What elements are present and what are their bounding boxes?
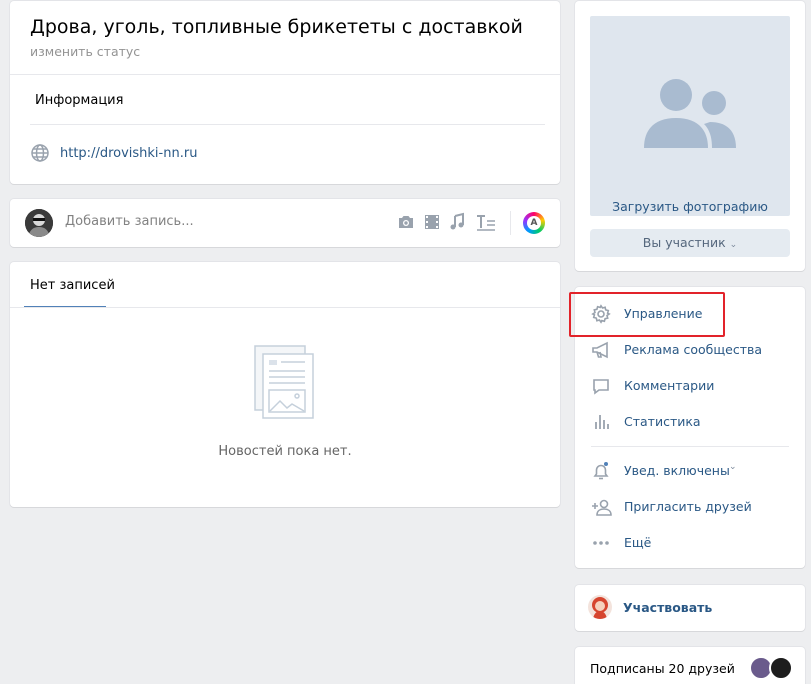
community-header-card: Дрова, уголь, топливные брикететы с дост… — [10, 1, 560, 184]
menu-item-ads[interactable]: Реклама сообщества — [575, 332, 805, 368]
megaphone-icon — [591, 340, 611, 364]
menu-item-comments[interactable]: Комментарии — [575, 368, 805, 404]
upload-photo-link[interactable]: Загрузить фотографию — [590, 199, 790, 214]
menu-item-label: Ещё — [624, 535, 652, 550]
menu-item-notifications[interactable]: Увед. включены ⌄ — [575, 453, 805, 489]
participate-button[interactable]: Участвовать — [623, 600, 712, 615]
info-section-title: Информация — [35, 93, 124, 108]
menu-item-label: Пригласить друзей — [624, 499, 752, 514]
empty-posts-icon — [253, 344, 317, 428]
avatar — [588, 595, 612, 619]
text-style-icon[interactable]: A — [523, 212, 545, 234]
camera-icon[interactable] — [396, 212, 416, 236]
music-icon[interactable] — [448, 212, 466, 236]
friends-subscribed-text[interactable]: Подписаны 20 друзей — [590, 661, 735, 676]
chevron-down-icon: ⌄ — [729, 462, 737, 472]
menu-item-label: Комментарии — [624, 378, 715, 393]
bell-icon — [591, 461, 611, 485]
page-title: Дрова, уголь, топливные брикететы с дост… — [30, 16, 523, 38]
post-input[interactable]: Добавить запись... — [65, 214, 194, 229]
participate-card[interactable]: Участвовать — [575, 585, 805, 631]
member-button[interactable]: Вы участник ⌄ — [590, 229, 790, 257]
stats-icon — [591, 412, 611, 436]
divider — [510, 211, 511, 235]
article-icon[interactable] — [475, 212, 497, 236]
menu-item-invite-friends[interactable]: Пригласить друзей — [575, 489, 805, 525]
community-photo-placeholder[interactable]: Загрузить фотографию — [590, 16, 790, 216]
chevron-down-icon: ⌄ — [729, 240, 738, 250]
website-link[interactable]: http://drovishki-nn.ru — [60, 146, 197, 161]
menu-item-label: Увед. включены — [624, 463, 730, 478]
divider — [30, 124, 545, 125]
video-icon[interactable] — [423, 212, 441, 236]
menu-item-more[interactable]: Ещё — [575, 525, 805, 561]
avatar[interactable] — [25, 209, 53, 237]
more-icon — [591, 533, 611, 557]
globe-icon — [30, 143, 50, 167]
wall-card: Нет записей Новостей пока нет. — [10, 262, 560, 507]
comment-icon — [591, 376, 611, 400]
divider — [591, 446, 789, 447]
edit-status-link[interactable]: изменить статус — [30, 44, 140, 59]
group-icon — [640, 74, 740, 154]
member-button-label: Вы участник — [642, 235, 726, 250]
menu-item-label: Статистика — [624, 414, 701, 429]
menu-item-stats[interactable]: Статистика — [575, 404, 805, 440]
friends-card: Подписаны 20 друзей — [575, 647, 805, 684]
add-user-icon — [591, 497, 613, 521]
community-photo-card: Загрузить фотографию Вы участник ⌄ — [575, 1, 805, 271]
post-composer: Добавить запись... A — [10, 199, 560, 247]
avatar[interactable] — [769, 656, 793, 680]
divider — [10, 74, 560, 75]
highlight-frame — [569, 292, 725, 337]
divider — [10, 307, 560, 308]
empty-posts-text: Новостей пока нет. — [218, 444, 352, 459]
menu-item-label: Реклама сообщества — [624, 342, 763, 357]
tab-no-posts[interactable]: Нет записей — [30, 278, 115, 293]
